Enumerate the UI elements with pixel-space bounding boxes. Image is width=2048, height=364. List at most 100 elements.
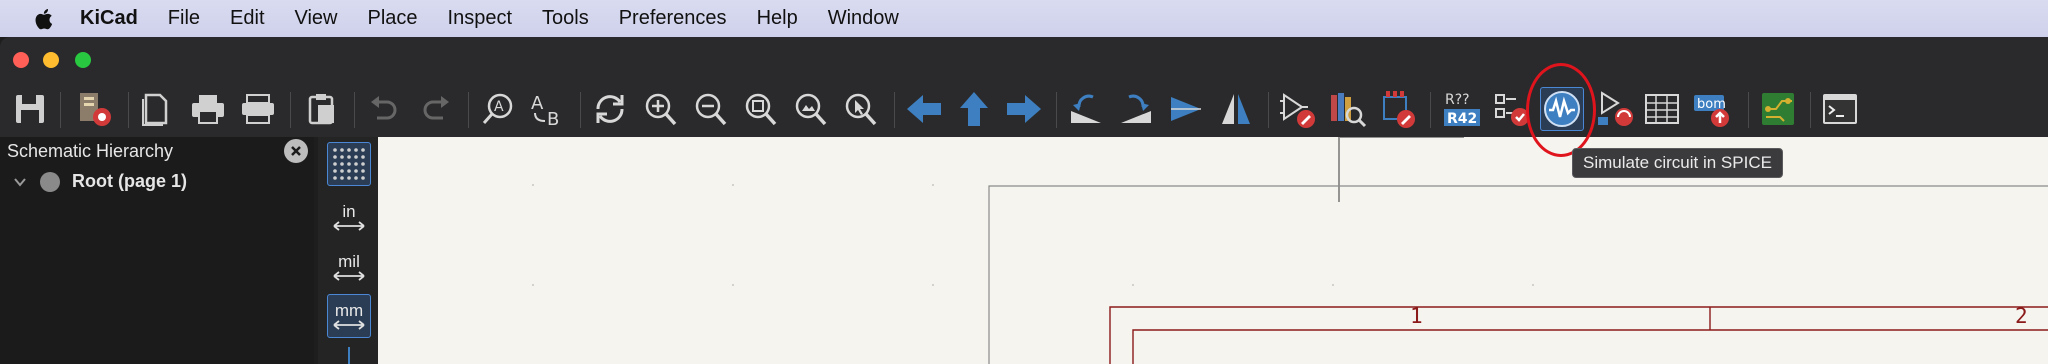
units-mil-button[interactable]: mil (327, 245, 371, 289)
svg-text:B: B (547, 109, 559, 127)
save-button[interactable] (8, 87, 52, 131)
left-toolbar: in mil mm (318, 137, 378, 364)
bom-icon: bom (1694, 95, 1729, 127)
cursor-tool-button[interactable] (327, 345, 371, 364)
zoom-fit-icon (745, 93, 777, 126)
annotate-text-bottom: R42 (1447, 111, 1477, 127)
double-arrow-icon (333, 221, 365, 231)
redo-icon (423, 96, 449, 120)
schematic-setup-button[interactable] (72, 87, 116, 131)
scripting-console-button[interactable] (1818, 87, 1862, 131)
zoom-selection-button[interactable] (838, 87, 882, 131)
generate-bom-button[interactable]: bom (1690, 87, 1734, 131)
page-settings-button[interactable] (134, 87, 178, 131)
navigate-back-button[interactable] (902, 87, 946, 131)
mirror-vertical-button[interactable] (1164, 87, 1208, 131)
arrow-right-icon (1007, 95, 1041, 123)
chevron-down-icon[interactable] (12, 174, 28, 190)
symbol-editor-icon (1280, 93, 1315, 128)
menu-app-kicad[interactable]: KiCad (80, 0, 138, 37)
rotate-cw-icon (1121, 94, 1151, 123)
menu-help[interactable]: Help (757, 0, 798, 37)
units-inch-label: in (342, 202, 356, 221)
find-button[interactable]: A (476, 87, 520, 131)
find-replace-button[interactable]: AB (526, 87, 570, 131)
hierarchy-close-button[interactable] (284, 139, 308, 163)
table-icon (1645, 94, 1679, 124)
zoom-objects-icon (795, 93, 827, 126)
navigate-up-button[interactable] (952, 87, 996, 131)
schematic-sheet (532, 137, 2048, 364)
undo-icon (371, 96, 397, 120)
arrow-up-icon (960, 92, 988, 126)
schematic-canvas[interactable]: 1 2 (378, 137, 2048, 364)
grid-icon (333, 148, 365, 180)
sheet-column-2: 2 (2015, 304, 2028, 328)
window-minimize-button[interactable] (43, 52, 59, 68)
print-icon (192, 95, 224, 124)
window-close-button[interactable] (13, 52, 29, 68)
zoom-out-button[interactable] (688, 87, 732, 131)
menu-preferences[interactable]: Preferences (619, 0, 727, 37)
zoom-in-icon (645, 93, 677, 126)
save-icon (16, 95, 44, 123)
plot-button[interactable] (236, 87, 280, 131)
symbol-editor-button[interactable] (1276, 87, 1320, 131)
terminal-icon (1823, 94, 1857, 124)
page-settings-icon (142, 93, 168, 126)
menu-view[interactable]: View (295, 0, 338, 37)
rotate-cw-button[interactable] (1114, 87, 1158, 131)
highlight-circle (1526, 63, 1596, 157)
zoom-in-button[interactable] (638, 87, 682, 131)
find-icon: A (482, 93, 513, 124)
paste-icon (308, 94, 334, 125)
sheet-icon (40, 171, 60, 192)
symbol-browser-button[interactable] (1326, 87, 1370, 131)
undo-button[interactable] (362, 87, 406, 131)
hierarchy-root-item[interactable]: Root (page 1) (12, 171, 187, 192)
main-toolbar: A AB R?? R42 bom (0, 82, 2048, 137)
menu-edit[interactable]: Edit (230, 0, 264, 37)
units-mm-label: mm (334, 301, 364, 320)
mirror-horizontal-button[interactable] (1214, 87, 1258, 131)
window-titlebar (0, 37, 2048, 82)
zoom-selection-icon (845, 93, 877, 126)
annotate-icon: R?? R42 (1444, 92, 1480, 127)
navigate-forward-button[interactable] (1002, 87, 1046, 131)
footprint-editor-button[interactable] (1376, 87, 1420, 131)
schematic-setup-icon (80, 93, 111, 126)
mirror-v-icon (1171, 97, 1201, 121)
menu-inspect[interactable]: Inspect (448, 0, 512, 37)
zoom-objects-button[interactable] (788, 87, 832, 131)
menu-window[interactable]: Window (828, 0, 899, 37)
rotate-ccw-button[interactable] (1064, 87, 1108, 131)
zoom-fit-button[interactable] (738, 87, 782, 131)
double-arrow-icon (333, 320, 365, 330)
menu-tools[interactable]: Tools (542, 0, 589, 37)
grid-toggle-button[interactable] (327, 142, 371, 186)
plot-icon (242, 94, 274, 124)
annotate-button[interactable]: R?? R42 (1440, 87, 1484, 131)
hierarchy-title: Schematic Hierarchy (7, 141, 174, 161)
svg-text:A: A (531, 93, 544, 114)
refresh-button[interactable] (588, 87, 632, 131)
units-inch-button[interactable]: in (327, 195, 371, 239)
bulk-edit-fields-button[interactable] (1640, 87, 1684, 131)
units-mm-button[interactable]: mm (327, 294, 371, 338)
units-mil-label: mil (338, 252, 360, 271)
assign-footprints-icon (1598, 91, 1633, 126)
redo-button[interactable] (414, 87, 458, 131)
refresh-icon (596, 95, 624, 123)
zoom-out-icon (695, 93, 727, 126)
open-pcb-button[interactable] (1756, 87, 1800, 131)
menu-file[interactable]: File (168, 0, 200, 37)
arrow-left-icon (907, 95, 941, 123)
double-arrow-icon (333, 271, 365, 281)
apple-icon[interactable] (28, 4, 58, 34)
window-maximize-button[interactable] (75, 52, 91, 68)
footprint-editor-icon (1383, 91, 1415, 128)
paste-button[interactable] (300, 87, 344, 131)
menu-place[interactable]: Place (368, 0, 418, 37)
assign-footprints-button[interactable] (1594, 87, 1638, 131)
print-button[interactable] (186, 87, 230, 131)
